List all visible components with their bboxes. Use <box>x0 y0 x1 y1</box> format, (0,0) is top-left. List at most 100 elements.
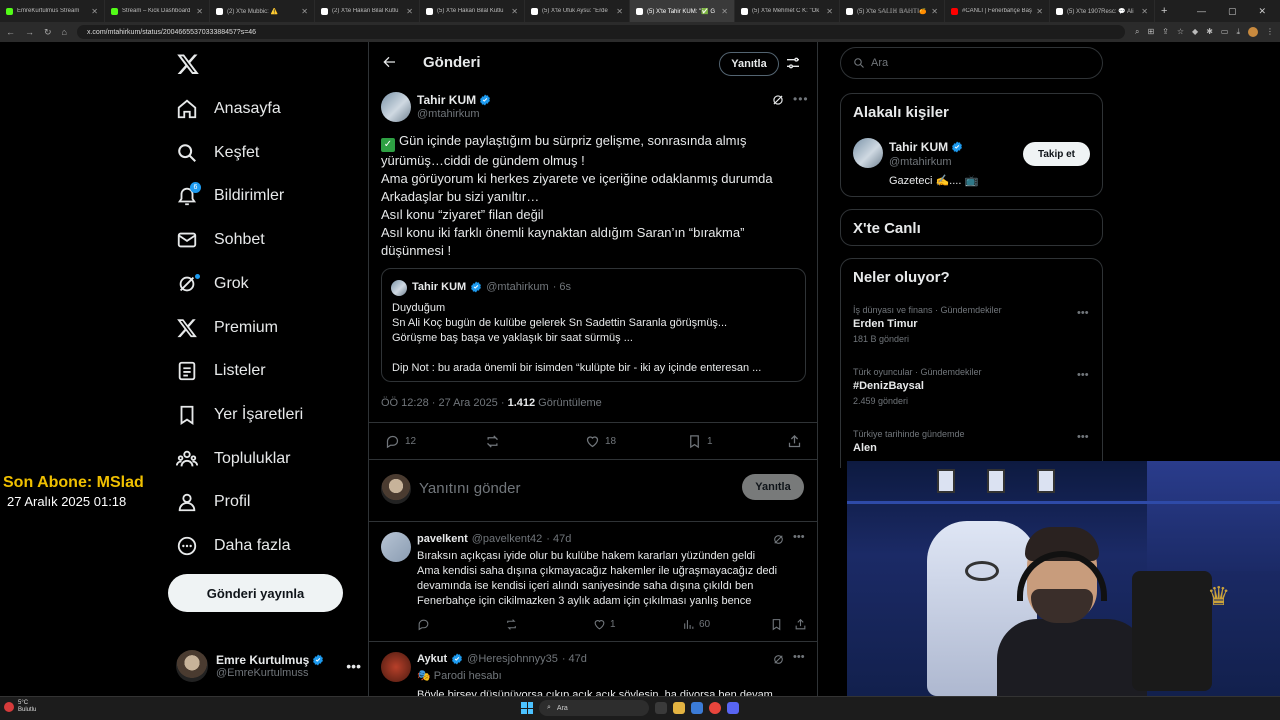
sidebar-item-sohbet[interactable]: Sohbet <box>176 225 265 255</box>
task-view-icon[interactable] <box>655 702 667 714</box>
sidebar-item-yer-i-şaretleri[interactable]: Yer İşaretleri <box>176 400 303 430</box>
more-options-icon[interactable]: ••• <box>1077 431 1089 443</box>
close-tab-icon[interactable]: ✕ <box>616 7 623 16</box>
browser-tab[interactable]: (2) X'te Mubbic: ⚠️ ✕ <box>210 0 315 22</box>
trend-item[interactable]: Türkiye tarihinde gündemde Alen <box>853 429 1093 458</box>
close-tab-icon[interactable]: ✕ <box>406 7 413 16</box>
menu-icon[interactable]: ⋮ <box>1266 27 1274 37</box>
avatar[interactable] <box>853 138 883 168</box>
discord-icon[interactable] <box>727 702 739 714</box>
live-on-x-card[interactable]: X'te Canlı <box>840 209 1103 246</box>
sidebar-item-anasayfa[interactable]: Anasayfa <box>176 94 281 124</box>
reply-item[interactable]: Aykut @Heresjohnnyy35 · 47d ••• 🎭 Parodi… <box>369 642 817 696</box>
browser-tab[interactable]: (2) X'te Hakan Bilal Kutlu ✕ <box>315 0 420 22</box>
like-action[interactable]: 1 <box>593 618 616 631</box>
close-tab-icon[interactable]: ✕ <box>826 7 833 16</box>
back-nav-icon[interactable]: ← <box>6 27 15 37</box>
windows-start-icon[interactable] <box>521 702 533 714</box>
back-arrow-icon[interactable] <box>381 54 397 70</box>
reply-action[interactable] <box>417 618 430 631</box>
grok-icon[interactable] <box>772 533 785 546</box>
close-tab-icon[interactable]: ✕ <box>91 7 98 16</box>
avatar[interactable] <box>381 532 411 562</box>
quoted-tweet[interactable]: Tahir KUM @mtahirkum · 6s Duyduğum Sn Ali… <box>381 268 806 382</box>
reply-author-name[interactable]: Aykut <box>417 653 447 665</box>
forward-nav-icon[interactable]: → <box>25 27 34 37</box>
close-tab-icon[interactable]: ✕ <box>721 7 728 16</box>
browser-tab[interactable]: (5) X'te Mehmet C K: "Ok ✕ <box>735 0 840 22</box>
close-tab-icon[interactable]: ✕ <box>511 7 518 16</box>
x-logo-icon[interactable] <box>176 52 200 76</box>
grok-icon[interactable] <box>772 653 785 666</box>
more-options-icon[interactable]: ••• <box>793 651 805 663</box>
browser-tab[interactable]: (5) X'te Hakan Bilal Kutlu ✕ <box>420 0 525 22</box>
more-options-icon[interactable]: ••• <box>1077 307 1089 319</box>
close-window-icon[interactable]: ✕ <box>1258 6 1266 17</box>
avatar[interactable] <box>381 652 411 682</box>
sidebar-icon[interactable]: ▭ <box>1221 27 1229 37</box>
browser-tab[interactable]: (5) X'te 𝕊𝔸𝕃𝕀ℍ 𝔹𝔸ℍ𝕋İ🍊 ✕ <box>840 0 945 22</box>
home-nav-icon[interactable]: ⌂ <box>62 27 67 37</box>
author-avatar[interactable] <box>381 92 411 122</box>
maximize-icon[interactable]: ▢ <box>1228 6 1237 17</box>
browser-tab[interactable]: EmreKurtulmus Stream ✕ <box>0 0 105 22</box>
browser-tab[interactable]: (5) X'te Ufuk Aysu: "Erde ✕ <box>525 0 630 22</box>
puzzle-icon[interactable]: ✱ <box>1206 27 1213 37</box>
minimize-icon[interactable]: — <box>1197 6 1206 17</box>
browser-tab[interactable]: #CANLI | Fenerbahçe Baş ✕ <box>945 0 1050 22</box>
file-explorer-icon[interactable] <box>673 702 685 714</box>
chrome-icon[interactable] <box>709 702 721 714</box>
retweet-action[interactable] <box>485 434 505 449</box>
close-tab-icon[interactable]: ✕ <box>301 7 308 16</box>
weather-widget[interactable]: 5°C Bulutlu <box>4 700 36 714</box>
url-field[interactable]: x.com/mtahirkum/status/20046655370333884… <box>76 25 1125 39</box>
new-tab-button[interactable]: + <box>1161 5 1167 17</box>
filter-icon[interactable] <box>785 55 801 71</box>
account-switcher[interactable]: Emre Kurtulmuş @EmreKurtulmuss ••• <box>176 646 361 686</box>
author-handle[interactable]: @mtahirkum <box>417 108 480 120</box>
suggested-name[interactable]: Tahir KUM <box>889 140 963 154</box>
grok-icon[interactable] <box>771 93 785 107</box>
close-tab-icon[interactable]: ✕ <box>196 7 203 16</box>
author-name[interactable]: Tahir KUM <box>417 93 491 107</box>
browser-profile-avatar[interactable] <box>1248 27 1258 37</box>
sidebar-item-bildirimler[interactable]: 6 Bildirimler <box>176 181 284 211</box>
browser-tab[interactable]: (5) X'te 1907Resc: 💬 Ali ✕ <box>1050 0 1155 22</box>
retweet-action[interactable] <box>505 618 518 631</box>
bookmark-action[interactable] <box>770 618 783 631</box>
browser-tab[interactable]: Stream – Kick Dashboard ✕ <box>105 0 210 22</box>
more-options-icon[interactable]: ••• <box>793 531 805 543</box>
reply-item[interactable]: pavelkent @pavelkent42 · 47d ••• Bıraksı… <box>369 522 817 642</box>
share-action[interactable] <box>787 434 802 449</box>
reload-icon[interactable]: ↻ <box>44 27 52 38</box>
sidebar-item-profil[interactable]: Profil <box>176 487 250 517</box>
sidebar-item-grok[interactable]: Grok <box>176 269 249 299</box>
follow-button[interactable]: Takip et <box>1023 142 1090 166</box>
more-options-icon[interactable]: ••• <box>793 92 809 106</box>
share-action[interactable] <box>794 618 807 631</box>
reply-action[interactable]: 12 <box>385 434 416 449</box>
sidebar-item-premium[interactable]: Premium <box>176 313 278 343</box>
reply-input[interactable]: Yanıtını gönder <box>419 480 520 497</box>
extension-icon[interactable]: ◆ <box>1192 27 1198 37</box>
reply-submit-button[interactable]: Yanıtla <box>742 474 804 500</box>
install-icon[interactable]: ⊞ <box>1147 27 1154 37</box>
zoom-icon[interactable]: ⌕ <box>1135 27 1139 37</box>
search-input[interactable]: Ara <box>840 47 1103 79</box>
post-button[interactable]: Gönderi yayınla <box>168 574 343 612</box>
bookmark-action[interactable]: 1 <box>687 434 713 449</box>
download-icon[interactable]: ⤓ <box>1236 27 1240 37</box>
reply-header-button[interactable]: Yanıtla <box>719 52 779 76</box>
close-tab-icon[interactable]: ✕ <box>1141 7 1148 16</box>
like-action[interactable]: 18 <box>585 434 616 449</box>
reply-author-name[interactable]: pavelkent <box>417 533 468 545</box>
trend-item[interactable]: İş dünyası ve finans · Gündemdekiler Erde… <box>853 305 1093 344</box>
close-tab-icon[interactable]: ✕ <box>1036 7 1043 16</box>
trend-item[interactable]: Türk oyuncular · Gündemdekiler #DenizBays… <box>853 367 1093 406</box>
edge-browser-icon[interactable] <box>691 702 703 714</box>
sidebar-item-keşfet[interactable]: Keşfet <box>176 138 259 168</box>
sidebar-item-topluluklar[interactable]: Topluluklar <box>176 444 290 474</box>
more-options-icon[interactable]: ••• <box>346 658 361 674</box>
star-icon[interactable]: ☆ <box>1177 27 1184 37</box>
more-options-icon[interactable]: ••• <box>1077 369 1089 381</box>
